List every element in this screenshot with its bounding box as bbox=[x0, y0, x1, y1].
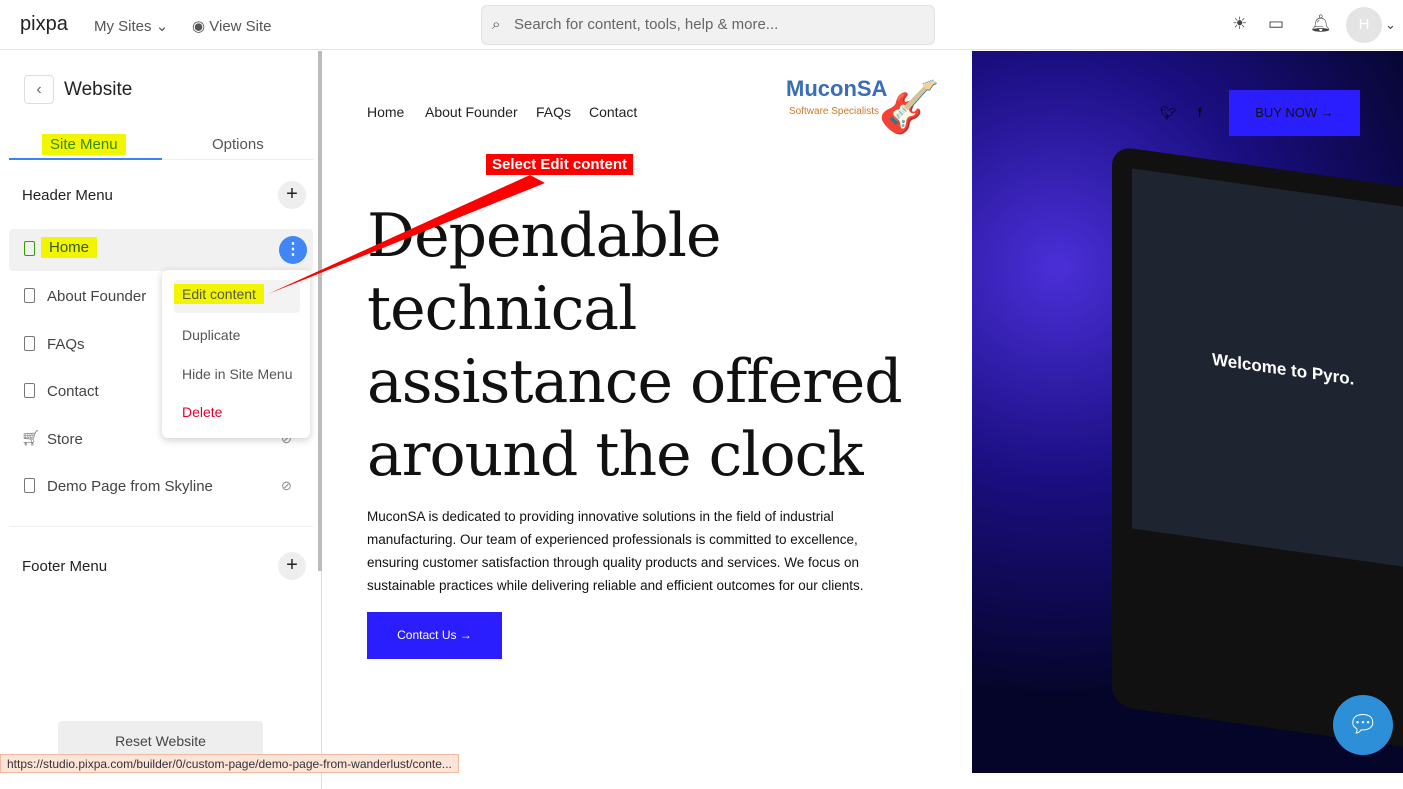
annotation-callout: Select Edit content bbox=[486, 154, 634, 175]
annotation-arrow bbox=[268, 175, 545, 294]
